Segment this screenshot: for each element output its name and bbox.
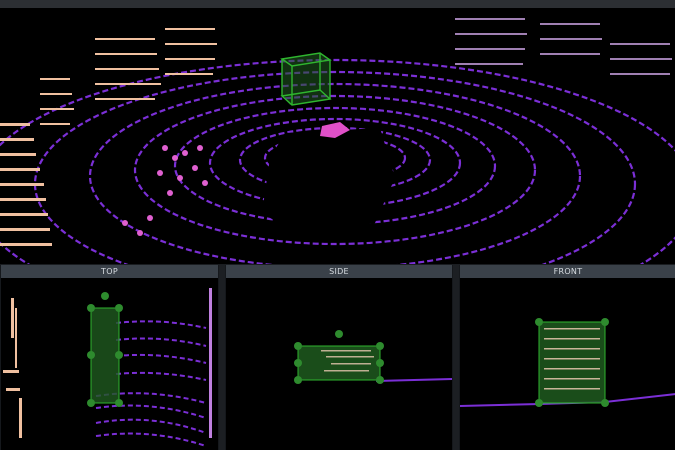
cuboid-annotation[interactable] bbox=[280, 52, 332, 106]
main-3d-canvas[interactable] bbox=[0, 8, 675, 264]
front-view-cuboid[interactable] bbox=[538, 321, 606, 404]
front-view-canvas[interactable] bbox=[460, 278, 675, 450]
top-view-cuboid[interactable] bbox=[90, 307, 120, 404]
side-view-panel[interactable]: SIDE bbox=[225, 265, 453, 450]
top-view-label: TOP bbox=[1, 265, 218, 278]
front-view-label: FRONT bbox=[460, 265, 675, 278]
top-toolbar bbox=[0, 0, 675, 8]
main-3d-view[interactable] bbox=[0, 8, 675, 264]
top-view-panel[interactable]: TOP bbox=[0, 265, 219, 450]
side-view-label: SIDE bbox=[226, 265, 452, 278]
top-view-left-points bbox=[3, 298, 22, 438]
side-view-ground bbox=[375, 378, 452, 382]
top-view-right-points bbox=[209, 288, 212, 438]
ego-vehicle-shadow bbox=[262, 128, 395, 236]
front-view-panel[interactable]: FRONT bbox=[459, 265, 675, 450]
side-view-canvas[interactable] bbox=[226, 278, 452, 450]
top-view-canvas[interactable] bbox=[1, 278, 218, 450]
